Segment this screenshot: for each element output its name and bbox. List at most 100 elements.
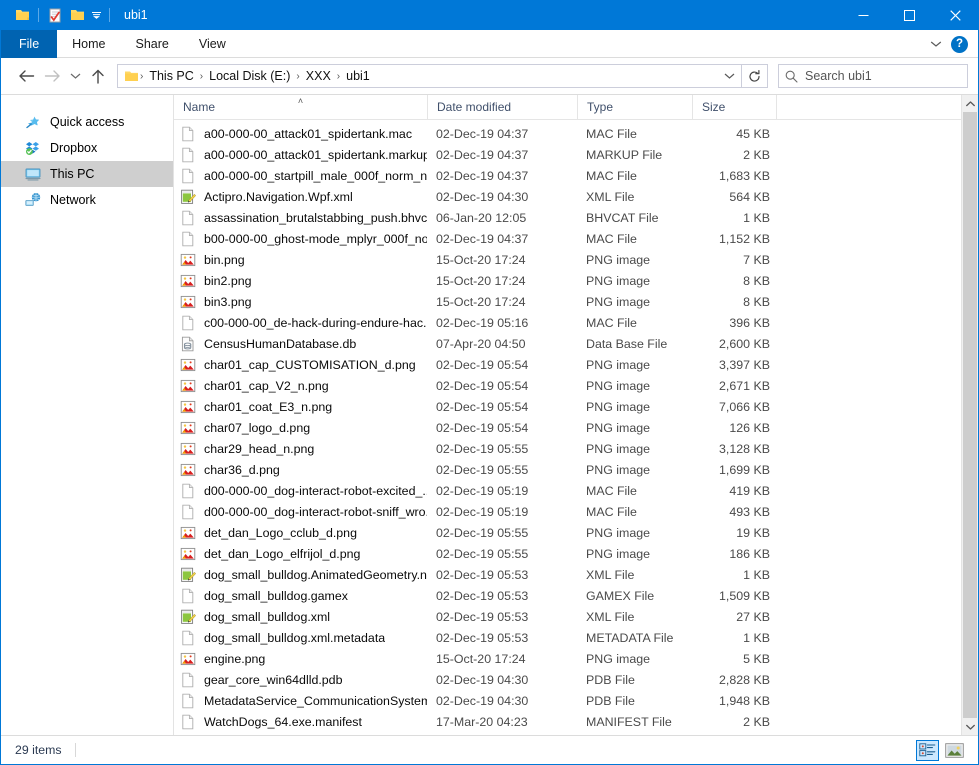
column-header-type[interactable]: Type: [577, 95, 692, 119]
file-name-cell[interactable]: engine.png: [174, 651, 427, 667]
help-button[interactable]: ?: [951, 36, 968, 53]
maximize-button[interactable]: [886, 0, 932, 30]
file-name-cell[interactable]: char29_head_n.png: [174, 441, 427, 457]
tab-share[interactable]: Share: [121, 30, 184, 58]
table-row[interactable]: char01_cap_V2_n.png02-Dec-19 05:54PNG im…: [174, 375, 961, 396]
table-row[interactable]: det_dan_Logo_cclub_d.png02-Dec-19 05:55P…: [174, 522, 961, 543]
status-bar: 29 items: [1, 735, 978, 764]
table-row[interactable]: d00-000-00_dog-interact-robot-excited_..…: [174, 480, 961, 501]
table-row[interactable]: assassination_brutalstabbing_push.bhvcat…: [174, 207, 961, 228]
forward-button[interactable]: [39, 63, 65, 89]
file-name-cell[interactable]: char07_logo_d.png: [174, 420, 427, 436]
search-box[interactable]: Search ubi1: [778, 64, 968, 88]
file-name-cell[interactable]: dog_small_bulldog.xml.metadata: [174, 630, 427, 646]
breadcrumb-item-this-pc[interactable]: This PC: [144, 69, 198, 83]
tab-file[interactable]: File: [1, 30, 57, 58]
search-input[interactable]: Search ubi1: [805, 69, 872, 83]
scrollbar-thumb[interactable]: [963, 112, 977, 718]
back-button[interactable]: [13, 63, 39, 89]
chevron-down-icon[interactable]: [928, 36, 944, 52]
table-row[interactable]: char36_d.png02-Dec-19 05:55PNG image1,69…: [174, 459, 961, 480]
scrollbar-track[interactable]: [962, 112, 978, 718]
file-name-cell[interactable]: dog_small_bulldog.AnimatedGeometry.n...: [174, 567, 427, 583]
scroll-down-arrow-icon[interactable]: [962, 718, 978, 735]
file-name-cell[interactable]: a00-000-00_startpill_male_000f_norm_no..…: [174, 168, 427, 184]
file-name-cell[interactable]: d00-000-00_dog-interact-robot-sniff_wro.…: [174, 504, 427, 520]
folder-icon[interactable]: [11, 4, 33, 26]
sidebar-item-quick-access[interactable]: Quick access: [1, 109, 173, 135]
customize-qat-caret-icon[interactable]: [88, 5, 104, 25]
column-header-name[interactable]: Name ˄: [174, 95, 427, 119]
table-row[interactable]: CensusHumanDatabase.db07-Apr-20 04:50Dat…: [174, 333, 961, 354]
table-row[interactable]: bin2.png15-Oct-20 17:24PNG image8 KB: [174, 270, 961, 291]
breadcrumb-item-local-disk-e[interactable]: Local Disk (E:): [204, 69, 295, 83]
breadcrumb[interactable]: › This PC › Local Disk (E:) › XXX › ubi1: [117, 64, 742, 88]
breadcrumb-dropdown-icon[interactable]: [721, 65, 737, 87]
table-row[interactable]: char01_coat_E3_n.png02-Dec-19 05:54PNG i…: [174, 396, 961, 417]
table-row[interactable]: char01_cap_CUSTOMISATION_d.png02-Dec-19 …: [174, 354, 961, 375]
table-row[interactable]: d00-000-00_dog-interact-robot-sniff_wro.…: [174, 501, 961, 522]
column-header-size[interactable]: Size: [692, 95, 776, 119]
file-name-cell[interactable]: dog_small_bulldog.xml: [174, 609, 427, 625]
file-name-cell[interactable]: char36_d.png: [174, 462, 427, 478]
table-row[interactable]: c00-000-00_de-hack-during-endure-hac...0…: [174, 312, 961, 333]
close-button[interactable]: [932, 0, 978, 30]
table-row[interactable]: WatchDogs_64.exe.manifest17-Mar-20 04:23…: [174, 711, 961, 732]
file-name-cell[interactable]: dog_small_bulldog.gamex: [174, 588, 427, 604]
file-name-cell[interactable]: a00-000-00_attack01_spidertank.markup: [174, 147, 427, 163]
file-name-cell[interactable]: char01_cap_CUSTOMISATION_d.png: [174, 357, 427, 373]
refresh-button[interactable]: [742, 64, 768, 88]
file-name-cell[interactable]: assassination_brutalstabbing_push.bhvcat: [174, 210, 427, 226]
table-row[interactable]: a00-000-00_startpill_male_000f_norm_no..…: [174, 165, 961, 186]
details-view-button[interactable]: [916, 740, 939, 761]
file-name-cell[interactable]: MetadataService_CommunicationSystem...: [174, 693, 427, 709]
table-row[interactable]: gear_core_win64dlld.pdb02-Dec-19 04:30PD…: [174, 669, 961, 690]
file-name-cell[interactable]: WatchDogs_64.exe.manifest: [174, 714, 427, 730]
file-name-cell[interactable]: a00-000-00_attack01_spidertank.mac: [174, 126, 427, 142]
table-row[interactable]: dog_small_bulldog.xml.metadata02-Dec-19 …: [174, 627, 961, 648]
file-name-cell[interactable]: CensusHumanDatabase.db: [174, 336, 427, 352]
column-header-date-modified[interactable]: Date modified: [427, 95, 577, 119]
file-name-cell[interactable]: b00-000-00_ghost-mode_mplyr_000f_nor...: [174, 231, 427, 247]
sidebar-item-this-pc[interactable]: This PC: [1, 161, 173, 187]
table-row[interactable]: bin3.png15-Oct-20 17:24PNG image8 KB: [174, 291, 961, 312]
table-row[interactable]: dog_small_bulldog.AnimatedGeometry.n...0…: [174, 564, 961, 585]
file-name-cell[interactable]: bin.png: [174, 252, 427, 268]
sidebar-item-dropbox[interactable]: Dropbox: [1, 135, 173, 161]
scroll-up-arrow-icon[interactable]: [962, 95, 978, 112]
file-name-cell[interactable]: char01_coat_E3_n.png: [174, 399, 427, 415]
breadcrumb-item-ubi1[interactable]: ubi1: [341, 69, 375, 83]
table-row[interactable]: bin.png15-Oct-20 17:24PNG image7 KB: [174, 249, 961, 270]
tab-home[interactable]: Home: [57, 30, 120, 58]
sidebar-item-network[interactable]: Network: [1, 187, 173, 213]
table-row[interactable]: a00-000-00_attack01_spidertank.mac02-Dec…: [174, 123, 961, 144]
breadcrumb-item-xxx[interactable]: XXX: [301, 69, 336, 83]
file-name-cell[interactable]: c00-000-00_de-hack-during-endure-hac...: [174, 315, 427, 331]
large-icons-view-button[interactable]: [943, 740, 966, 761]
file-name-cell[interactable]: bin3.png: [174, 294, 427, 310]
table-row[interactable]: dog_small_bulldog.xml02-Dec-19 05:53XML …: [174, 606, 961, 627]
tab-view[interactable]: View: [184, 30, 241, 58]
table-row[interactable]: MetadataService_CommunicationSystem...02…: [174, 690, 961, 711]
file-name-cell[interactable]: gear_core_win64dlld.pdb: [174, 672, 427, 688]
file-name-cell[interactable]: det_dan_Logo_elfrijol_d.png: [174, 546, 427, 562]
table-row[interactable]: dog_small_bulldog.gamex02-Dec-19 05:53GA…: [174, 585, 961, 606]
properties-icon[interactable]: [44, 4, 66, 26]
file-name-cell[interactable]: Actipro.Navigation.Wpf.xml: [174, 189, 427, 205]
table-row[interactable]: Actipro.Navigation.Wpf.xml02-Dec-19 04:3…: [174, 186, 961, 207]
file-name-cell[interactable]: d00-000-00_dog-interact-robot-excited_..…: [174, 483, 427, 499]
table-row[interactable]: a00-000-00_attack01_spidertank.markup02-…: [174, 144, 961, 165]
file-name-cell[interactable]: char01_cap_V2_n.png: [174, 378, 427, 394]
table-row[interactable]: char29_head_n.png02-Dec-19 05:55PNG imag…: [174, 438, 961, 459]
recent-locations-button[interactable]: [65, 63, 85, 89]
table-row[interactable]: char07_logo_d.png02-Dec-19 05:54PNG imag…: [174, 417, 961, 438]
file-name-cell[interactable]: bin2.png: [174, 273, 427, 289]
table-row[interactable]: engine.png15-Oct-20 17:24PNG image5 KB: [174, 648, 961, 669]
table-row[interactable]: b00-000-00_ghost-mode_mplyr_000f_nor...0…: [174, 228, 961, 249]
table-row[interactable]: det_dan_Logo_elfrijol_d.png02-Dec-19 05:…: [174, 543, 961, 564]
new-folder-icon[interactable]: [66, 4, 88, 26]
up-button[interactable]: [85, 63, 111, 89]
vertical-scrollbar[interactable]: [961, 95, 978, 735]
file-name-cell[interactable]: det_dan_Logo_cclub_d.png: [174, 525, 427, 541]
minimize-button[interactable]: [840, 0, 886, 30]
